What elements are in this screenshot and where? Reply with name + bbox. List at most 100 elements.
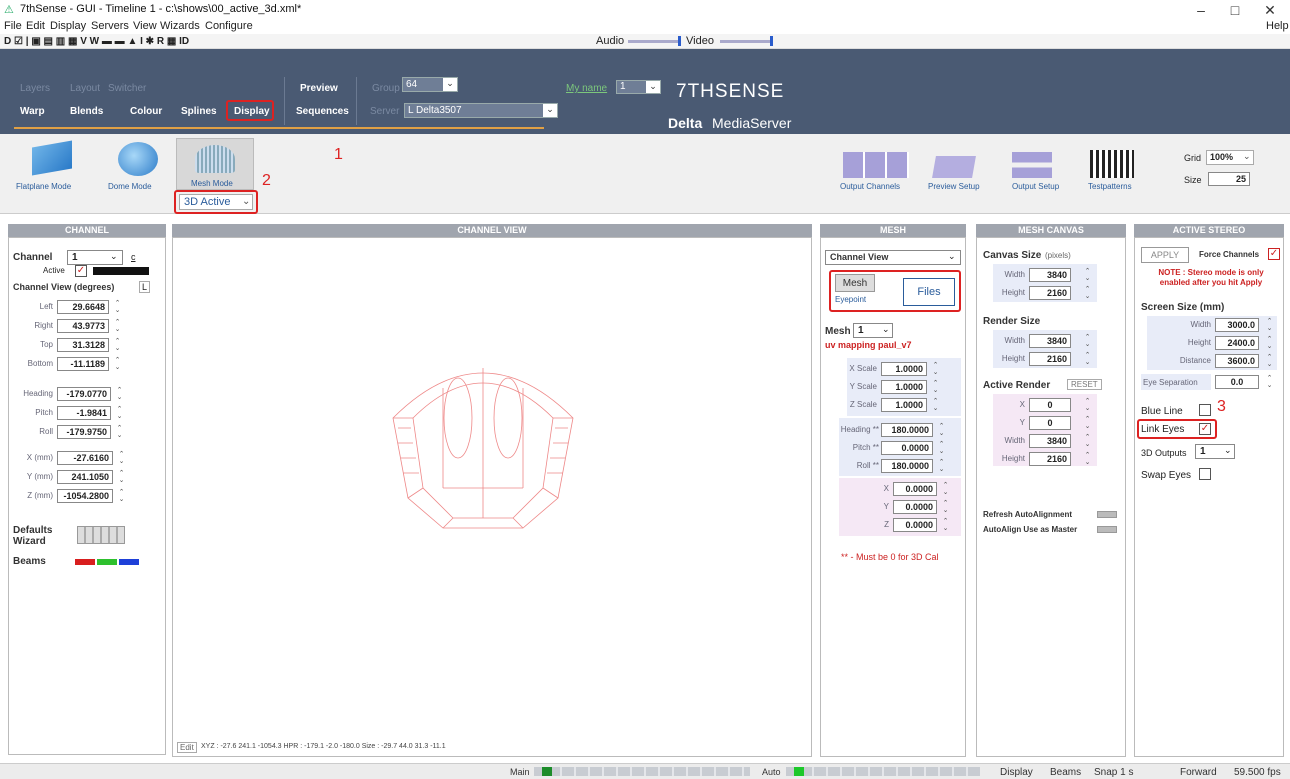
- tab-warp[interactable]: Warp: [20, 106, 45, 117]
- ar-x-input[interactable]: 0: [1029, 398, 1071, 412]
- menu-servers[interactable]: Servers: [91, 20, 129, 32]
- menu-configure[interactable]: Configure: [205, 20, 253, 32]
- ar-x-spinner[interactable]: ⌃ ⌄: [1083, 398, 1092, 412]
- ar-width-spinner[interactable]: ⌃ ⌄: [1083, 434, 1092, 448]
- mesh-y-spinner[interactable]: ⌃ ⌄: [941, 500, 950, 514]
- menu-edit[interactable]: Edit: [26, 20, 45, 32]
- right-input[interactable]: 43.9773: [57, 319, 109, 333]
- beam-red[interactable]: [75, 559, 95, 565]
- dome-mode-label[interactable]: Dome Mode: [108, 182, 152, 191]
- toolbar-icons[interactable]: D ☑ | ▣ ▤ ▥ ▦ V W ▬ ▬ ▲ I ✱ R ▦ ID: [4, 36, 189, 47]
- ar-y-spinner[interactable]: ⌃ ⌄: [1083, 416, 1092, 430]
- screen-height-input[interactable]: 2400.0: [1215, 336, 1259, 350]
- display-status[interactable]: Display: [1000, 767, 1033, 778]
- x-mm-input[interactable]: -27.6160: [57, 451, 113, 465]
- blue-line-checkbox[interactable]: [1199, 404, 1211, 416]
- auto-timeline[interactable]: [786, 767, 980, 776]
- grid-select[interactable]: 100% ⌄: [1206, 150, 1254, 165]
- tab-display[interactable]: Display: [234, 106, 270, 117]
- pitch-input[interactable]: -1.9841: [57, 406, 111, 420]
- beams-status[interactable]: Beams: [1050, 767, 1081, 778]
- output-channels-icon[interactable]: [843, 152, 909, 178]
- video-slider-thumb[interactable]: [770, 36, 773, 46]
- roll-input[interactable]: -179.9750: [57, 425, 111, 439]
- mesh-view-select[interactable]: Channel View ⌄: [825, 250, 961, 265]
- screen-width-spinner[interactable]: ⌃ ⌄: [1265, 318, 1274, 332]
- top-input[interactable]: 31.3128: [57, 338, 109, 352]
- roll-spinner[interactable]: ⌃ ⌄: [115, 425, 124, 439]
- maximize-button[interactable]: □: [1220, 0, 1250, 20]
- mesh-pitch-spinner[interactable]: ⌃ ⌄: [937, 441, 946, 455]
- copy-icon[interactable]: L: [139, 281, 151, 293]
- render-width-spinner[interactable]: ⌃ ⌄: [1083, 334, 1092, 348]
- group-select[interactable]: 64 ⌄: [402, 77, 458, 92]
- tab-splines[interactable]: Splines: [181, 106, 217, 117]
- right-spinner[interactable]: ⌃ ⌄: [113, 319, 122, 333]
- 3d-outputs-select[interactable]: 1 ⌄: [1195, 444, 1235, 459]
- menu-display[interactable]: Display: [50, 20, 86, 32]
- pitch-spinner[interactable]: ⌃ ⌄: [115, 406, 124, 420]
- server-select[interactable]: L Delta3507 ⌄: [404, 103, 558, 118]
- distance-spinner[interactable]: ⌃ ⌄: [1265, 354, 1274, 368]
- heading-spinner[interactable]: ⌃ ⌄: [115, 387, 124, 401]
- tab-sequences[interactable]: Sequences: [296, 106, 349, 117]
- mesh-pitch-input[interactable]: 0.0000: [881, 441, 933, 455]
- size-input[interactable]: 25: [1208, 172, 1250, 186]
- y-mm-input[interactable]: 241.1050: [57, 470, 113, 484]
- preview-setup-label[interactable]: Preview Setup: [928, 182, 980, 191]
- forward-status[interactable]: Forward: [1180, 767, 1217, 778]
- mesh-roll-spinner[interactable]: ⌃ ⌄: [937, 459, 946, 473]
- output-setup-label[interactable]: Output Setup: [1012, 182, 1059, 191]
- tab-colour[interactable]: Colour: [130, 106, 162, 117]
- testpatterns-icon[interactable]: [1090, 150, 1134, 178]
- zscale-spinner[interactable]: ⌃ ⌄: [931, 398, 940, 412]
- canvas-width-input[interactable]: 3840: [1029, 268, 1071, 282]
- dome-icon[interactable]: [118, 142, 158, 176]
- beam-green[interactable]: [97, 559, 117, 565]
- zscale-input[interactable]: 1.0000: [881, 398, 927, 412]
- xscale-spinner[interactable]: ⌃ ⌄: [931, 362, 940, 376]
- distance-input[interactable]: 3600.0: [1215, 354, 1259, 368]
- ar-height-input[interactable]: 2160: [1029, 452, 1071, 466]
- output-setup-icon[interactable]: [1012, 152, 1052, 178]
- autoalign-master-button[interactable]: [1097, 526, 1117, 533]
- link-eyes-checkbox[interactable]: ✓: [1199, 423, 1211, 435]
- render-height-spinner[interactable]: ⌃ ⌄: [1083, 352, 1092, 366]
- swap-eyes-checkbox[interactable]: [1199, 468, 1211, 480]
- ar-width-input[interactable]: 3840: [1029, 434, 1071, 448]
- close-button[interactable]: ✕: [1255, 0, 1285, 20]
- minimize-button[interactable]: –: [1186, 0, 1216, 20]
- mesh-x-input[interactable]: 0.0000: [893, 482, 937, 496]
- output-channels-label[interactable]: Output Channels: [840, 182, 900, 191]
- refresh-autoalign-button[interactable]: [1097, 511, 1117, 518]
- xscale-input[interactable]: 1.0000: [881, 362, 927, 376]
- menu-view[interactable]: View: [133, 20, 157, 32]
- audio-slider-thumb[interactable]: [678, 36, 681, 46]
- canvas-width-spinner[interactable]: ⌃ ⌄: [1083, 268, 1092, 282]
- mesh-roll-input[interactable]: 180.0000: [881, 459, 933, 473]
- mesh-y-input[interactable]: 0.0000: [893, 500, 937, 514]
- active-checkbox[interactable]: ✓: [75, 265, 87, 277]
- edit-button[interactable]: Edit: [177, 742, 197, 753]
- video-slider[interactable]: [720, 40, 770, 43]
- left-input[interactable]: 29.6648: [57, 300, 109, 314]
- audio-slider[interactable]: [628, 40, 678, 43]
- active-color-swatch[interactable]: [93, 267, 149, 275]
- channel-select[interactable]: 1 ⌄: [67, 250, 123, 265]
- eyepoint-button[interactable]: Eyepoint: [835, 295, 866, 304]
- top-spinner[interactable]: ⌃ ⌄: [113, 338, 122, 352]
- render-width-input[interactable]: 3840: [1029, 334, 1071, 348]
- bottom-input[interactable]: -11.1189: [57, 357, 109, 371]
- z-mm-input[interactable]: -1054.2800: [57, 489, 113, 503]
- mesh-heading-input[interactable]: 180.0000: [881, 423, 933, 437]
- eye-separation-input[interactable]: 0.0: [1215, 375, 1259, 389]
- tab-layout[interactable]: Layout: [70, 83, 100, 94]
- screen-width-input[interactable]: 3000.0: [1215, 318, 1259, 332]
- heading-input[interactable]: -179.0770: [57, 387, 111, 401]
- tab-layers[interactable]: Layers: [20, 83, 50, 94]
- mesh-heading-spinner[interactable]: ⌃ ⌄: [937, 423, 946, 437]
- canvas-height-spinner[interactable]: ⌃ ⌄: [1083, 286, 1092, 300]
- tab-preview[interactable]: Preview: [300, 83, 338, 94]
- reset-button[interactable]: RESET: [1067, 379, 1102, 390]
- myname-select[interactable]: 1 ⌄: [616, 80, 661, 94]
